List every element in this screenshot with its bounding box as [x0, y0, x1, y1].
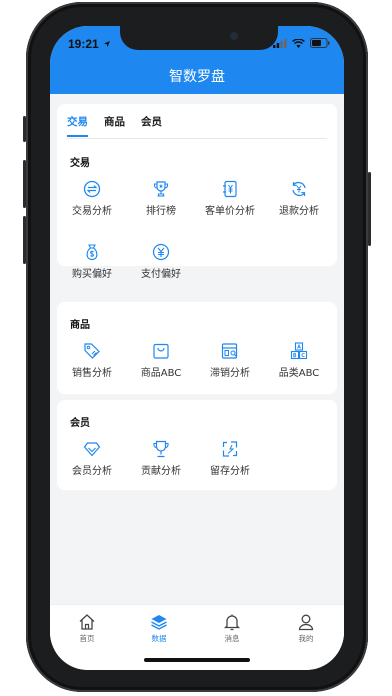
tabbar-messages-label: 消息 — [224, 634, 240, 643]
contribution-analysis-label: 贡献分析 — [141, 466, 181, 477]
sales-analysis-label: 销售分析 — [72, 368, 112, 379]
trade-analysis-label: 交易分析 — [72, 206, 112, 217]
exchange-icon — [83, 180, 101, 198]
wifi-icon — [292, 38, 305, 48]
tab-trade[interactable]: 交易 — [67, 114, 88, 137]
ranking-label: 排行榜 — [146, 206, 176, 217]
retention-analysis-label: 留存分析 — [210, 466, 250, 477]
goods-card: 商品 销售分析 商品ABC 滞销分析 品类ABC — [57, 302, 337, 394]
abc-blocks-icon — [290, 342, 308, 360]
refund-analysis-button[interactable]: 退款分析 — [264, 180, 334, 217]
page-title: 智数罗盘 — [169, 69, 225, 85]
tab-goods[interactable]: 商品 — [104, 114, 125, 137]
unsalable-analysis-button[interactable]: 滞销分析 — [195, 342, 265, 379]
contribution-analysis-button[interactable]: 贡献分析 — [126, 440, 196, 477]
app-screen: 19:21 智数罗盘 交易 商品 会员 交易 交易分析 排行榜 客单价分析 退款… — [50, 26, 344, 670]
tab-divider — [67, 138, 327, 139]
section-title-goods: 商品 — [70, 320, 90, 331]
signal-icon — [273, 38, 287, 48]
goods-abc-label: 商品ABC — [140, 368, 182, 379]
cup-icon — [153, 440, 169, 458]
purchase-preference-label: 购买偏好 — [72, 269, 112, 280]
tabbar-profile[interactable]: 我的 — [276, 613, 336, 644]
mute-switch — [23, 116, 26, 142]
battery-icon — [310, 38, 330, 48]
stock-search-icon — [221, 343, 238, 359]
tabbar-profile-label: 我的 — [298, 634, 314, 643]
power-button — [368, 172, 371, 246]
tabbar-messages[interactable]: 消息 — [202, 613, 262, 644]
payment-preference-button[interactable]: 支付偏好 — [126, 243, 196, 280]
payment-preference-label: 支付偏好 — [141, 269, 181, 280]
retention-icon — [222, 441, 238, 457]
status-bar: 19:21 — [50, 26, 344, 62]
goods-abc-button[interactable]: 商品ABC — [126, 342, 196, 379]
bell-icon — [223, 614, 241, 631]
unsalable-analysis-label: 滞销分析 — [210, 368, 250, 379]
layers-icon — [151, 615, 167, 630]
diamond-icon — [83, 442, 101, 457]
price-tag-icon — [223, 180, 237, 198]
tabbar-home-label: 首页 — [79, 634, 95, 643]
retention-analysis-button[interactable]: 留存分析 — [195, 440, 265, 477]
volume-down-button — [23, 216, 26, 264]
money-bag-icon — [86, 244, 98, 261]
nav-bar: 智数罗盘 — [50, 62, 344, 94]
trophy-icon — [153, 181, 169, 197]
trade-card: 交易 商品 会员 交易 交易分析 排行榜 客单价分析 退款分析 购买偏好 支付偏… — [57, 104, 337, 280]
status-time: 19:21 — [68, 37, 99, 51]
refund-analysis-label: 退款分析 — [279, 206, 319, 217]
tabbar-data[interactable]: 数据 — [129, 613, 189, 644]
yuan-icon — [152, 243, 170, 261]
trade-analysis-button[interactable]: 交易分析 — [57, 180, 127, 217]
tabbar-home[interactable]: 首页 — [57, 613, 117, 644]
notch — [120, 26, 278, 50]
refund-icon — [292, 181, 306, 197]
member-analysis-button[interactable]: 会员分析 — [57, 440, 127, 477]
home-indicator[interactable] — [144, 658, 250, 662]
category-abc-button[interactable]: 品类ABC — [264, 342, 334, 379]
member-analysis-label: 会员分析 — [72, 466, 112, 477]
unit-price-analysis-button[interactable]: 客单价分析 — [195, 180, 265, 217]
user-icon — [298, 614, 314, 631]
member-card: 会员 会员分析 贡献分析 留存分析 — [57, 400, 337, 490]
shopping-bag-icon — [153, 343, 169, 359]
sale-tag-icon — [84, 343, 100, 359]
location-arrow-icon — [104, 41, 110, 47]
home-icon — [79, 614, 95, 630]
unit-price-analysis-label: 客单价分析 — [205, 206, 255, 217]
section-title-trade: 交易 — [70, 158, 90, 169]
category-tabs: 交易 商品 会员 — [67, 114, 162, 137]
category-abc-label: 品类ABC — [278, 368, 320, 379]
purchase-preference-button[interactable]: 购买偏好 — [57, 243, 127, 280]
sales-analysis-button[interactable]: 销售分析 — [57, 342, 127, 379]
tab-member[interactable]: 会员 — [141, 114, 162, 137]
volume-up-button — [23, 160, 26, 208]
ranking-button[interactable]: 排行榜 — [126, 180, 196, 217]
section-title-member: 会员 — [70, 418, 90, 429]
tabbar-data-label: 数据 — [151, 634, 167, 643]
